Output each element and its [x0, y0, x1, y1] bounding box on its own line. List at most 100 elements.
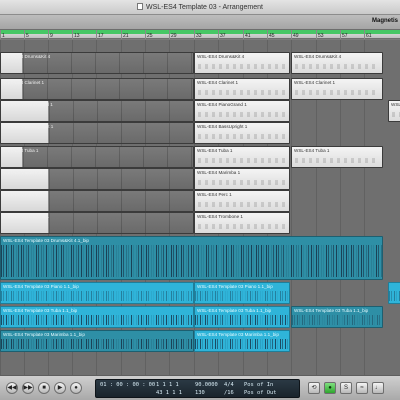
region-notes	[295, 158, 379, 163]
midi-region[interactable]: WSL-ES4 Drums&Kit 4	[291, 52, 383, 74]
row2-division: /16	[224, 390, 234, 396]
smpte-time: 01 : 00 : 00 : 00	[100, 382, 156, 388]
cycle-button[interactable]: ⟲	[308, 382, 320, 394]
audio-region[interactable]: WSL-ES4 Template 03 Tuba 1.1_bip	[194, 306, 290, 328]
audio-region[interactable]: WSL-ES4 Template 03 Tuba 1.1_bip	[291, 306, 383, 328]
region-label: WSL-ES4 PianoGrand 1	[197, 102, 247, 107]
ruler-bar-number: 49	[293, 33, 299, 39]
record-button[interactable]: ●	[70, 382, 82, 394]
ruler-bar-number: 29	[171, 33, 177, 39]
midi-region[interactable]: WSL-ES4 PianoGrand 1	[0, 100, 194, 122]
replace-button[interactable]: ●	[324, 382, 336, 394]
region-label: WSL-ES4 Template 03 Tuba 1.1_bip	[294, 308, 369, 313]
region-notes	[198, 112, 286, 117]
region-grid	[49, 191, 193, 211]
midi-region[interactable]: WSL-ES4 PianoGr	[388, 100, 400, 122]
ruler-bar-number: 33	[196, 33, 202, 39]
ruler-tick	[267, 30, 268, 39]
midi-region[interactable]: WSL-ES4 Trombone 1	[194, 212, 290, 234]
ruler-bar-number: 41	[245, 33, 251, 39]
transport-bar: ◀◀ ▶▶ ■ ▶ ● 01 : 00 : 00 : 00 1 1 1 1 90…	[0, 375, 400, 400]
ruler-tick	[121, 30, 122, 39]
fast-forward-button[interactable]: ▶▶	[22, 382, 34, 394]
region-notes	[392, 112, 400, 117]
audio-region[interactable]: WSL-ES4 Template 03 Tuba 1.1_bip	[0, 306, 194, 328]
midi-region[interactable]: WSL-ES4 Clarinet 1	[0, 78, 194, 100]
window-title: WSL-ES4 Template 03 - Arrangement	[146, 4, 263, 11]
ruler-tick	[340, 30, 341, 39]
midi-region[interactable]: WSL-ES4 BassUpright 1	[0, 122, 194, 144]
rewind-button[interactable]: ◀◀	[6, 382, 18, 394]
region-label: WSL-ES4 Marimba 1	[3, 170, 47, 175]
region-grid	[49, 101, 193, 121]
ruler-tick	[72, 30, 73, 39]
midi-region[interactable]: WSL-ES4 Tuba 1	[194, 146, 290, 168]
region-notes	[198, 158, 286, 163]
ruler-bar-number: 5	[26, 33, 29, 39]
waveform	[195, 339, 289, 349]
metronome-button[interactable]: ♩	[372, 382, 384, 394]
sync-button[interactable]: ≈	[356, 382, 368, 394]
midi-region[interactable]: WSL-ES4 Marimba 1	[194, 168, 290, 190]
tempo-value: 90.0000	[195, 382, 218, 388]
region-label: WSL-ES4 BassUpright 1	[197, 124, 248, 129]
region-label: WSL-ES4 Template 03 Piano 1.1_bip	[3, 284, 79, 289]
midi-region[interactable]: WSL-ES4 Trombone 1	[0, 212, 194, 234]
audio-region[interactable]: WSL-ES4 Template 03 Piano 1.1_bip	[194, 282, 290, 304]
midi-region[interactable]: WSL-ES4 Drums&Kit 4	[0, 52, 194, 74]
waveform	[1, 291, 193, 301]
midi-region[interactable]: WSL-ES4 Tuba 1	[291, 146, 383, 168]
audio-region[interactable]: WSL-ES4 Template 03 Piano 1.1_bip	[0, 282, 194, 304]
audio-region[interactable]: WSL-ES4 Template 03 Marimba 1.1_bip	[194, 330, 290, 352]
ruler-bar-number: 17	[98, 33, 104, 39]
document-icon	[137, 3, 143, 10]
ruler-bar-number: 21	[123, 33, 129, 39]
ruler-bar-number: 9	[50, 33, 53, 39]
audio-region[interactable]: WSL-ES4 Template 03 Drums&Kit 4.1_bip	[0, 236, 383, 280]
play-button[interactable]: ▶	[54, 382, 66, 394]
midi-region[interactable]: WSL-ES4 Drums&Kit 4	[194, 52, 290, 74]
region-label: WSL-ES4 Clarinet 1	[294, 80, 336, 85]
ruler-tick	[316, 30, 317, 39]
waveform	[1, 315, 193, 325]
region-grid	[23, 147, 193, 167]
ruler-bar-number: 37	[220, 33, 226, 39]
region-label: WSL-ES4 BassUpright 1	[3, 124, 54, 129]
waveform	[292, 315, 382, 325]
ruler-tick	[169, 30, 170, 39]
transport-display[interactable]: 01 : 00 : 00 : 00 1 1 1 1 90.0000 4/4 Po…	[95, 379, 300, 398]
ruler-bar-number: 57	[342, 33, 348, 39]
audio-region[interactable]: WSL-ES4 Template 03 Marimba 1.1_bip	[0, 330, 194, 352]
region-label: WSL-ES4 Trombone 1	[197, 214, 243, 219]
waveform	[1, 245, 382, 277]
midi-region[interactable]: WSL-ES4 Clarinet 1	[291, 78, 383, 100]
solo-button[interactable]: S	[340, 382, 352, 394]
audio-region[interactable]	[388, 282, 400, 304]
ruler-bar-number: 13	[74, 33, 80, 39]
region-label: WSL-ES4 PianoGr	[391, 102, 400, 107]
region-label: WSL-ES4 Template 03 Piano 1.1_bip	[197, 284, 273, 289]
midi-region[interactable]: WSL-ES4 PianoGrand 1	[194, 100, 290, 122]
midi-region[interactable]: WSL-ES4 Marimba 1	[0, 168, 194, 190]
midi-region[interactable]: WSL-ES4 Clarinet 1	[194, 78, 290, 100]
region-notes	[198, 134, 286, 139]
midi-region[interactable]: WSL-ES4 Perc 1	[0, 190, 194, 212]
midi-region[interactable]: WSL-ES4 Perc 1	[194, 190, 290, 212]
snap-menu[interactable]: Magnetis	[372, 18, 398, 24]
region-label: WSL-ES4 Tuba 1	[294, 148, 330, 153]
midi-region[interactable]: WSL-ES4 BassUpright 1	[194, 122, 290, 144]
region-label: WSL-ES4 Drums&Kit 4	[197, 54, 245, 59]
region-label: WSL-ES4 Marimba 1	[197, 170, 241, 175]
region-label: WSL-ES4 Clarinet 1	[3, 80, 45, 85]
ruler-tick	[218, 30, 219, 39]
ruler-tick	[243, 30, 244, 39]
arrange-toolbar: Magnetis	[0, 15, 400, 30]
midi-region[interactable]: WSL-ES4 Tuba 1	[0, 146, 194, 168]
region-label: WSL-ES4 Template 03 Drums&Kit 4.1_bip	[3, 238, 89, 243]
stop-button[interactable]: ■	[38, 382, 50, 394]
bar-ruler[interactable]: 1 5 9 13 17 21 25 29 33 37 41 45 49 53 57 61	[0, 30, 400, 39]
ruler-tick	[0, 30, 1, 39]
region-grid	[49, 123, 193, 143]
track-area[interactable]: WSL-ES4 Drums&Kit 4 WSL-ES4 Drums&Kit 4 WS…	[0, 40, 400, 375]
row2-value: 130	[195, 390, 205, 396]
